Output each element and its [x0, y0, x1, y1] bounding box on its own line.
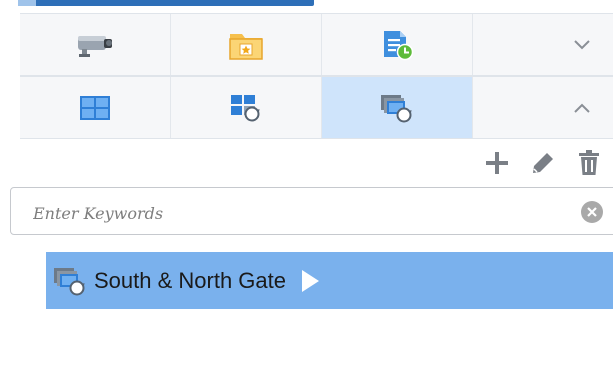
- top-tab-strip: [0, 0, 613, 8]
- tree-item-label: South & North Gate: [94, 267, 286, 293]
- active-tab-indicator[interactable]: [18, 0, 314, 6]
- add-button[interactable]: [483, 149, 511, 177]
- search-box: [10, 187, 613, 235]
- group-view-icon: [381, 94, 412, 122]
- view-toolbar-row-2: [20, 76, 613, 139]
- custom-view-button[interactable]: [171, 77, 322, 138]
- camera-button[interactable]: [20, 14, 171, 75]
- search-input[interactable]: [31, 200, 575, 226]
- add-icon: [486, 152, 508, 174]
- grid-view-icon: [80, 95, 110, 120]
- group-view-icon: [54, 267, 85, 295]
- delete-button[interactable]: [575, 149, 603, 177]
- group-view-button[interactable]: [322, 77, 473, 138]
- edit-icon: [533, 153, 553, 173]
- collapse-toggle-row-2[interactable]: [473, 77, 613, 138]
- row-edge: [0, 13, 21, 74]
- group-actions: [483, 146, 603, 180]
- delete-icon: [579, 150, 599, 175]
- custom-view-icon: [231, 94, 260, 121]
- favorites-button[interactable]: [171, 14, 322, 75]
- chevron-up-icon: [574, 103, 590, 113]
- play-icon[interactable]: [302, 269, 319, 292]
- tree-item-group[interactable]: South & North Gate: [46, 252, 613, 309]
- edit-button[interactable]: [529, 149, 557, 177]
- collapse-toggle-row-1[interactable]: [473, 14, 613, 75]
- chevron-down-icon: [574, 39, 590, 49]
- schedule-button[interactable]: [322, 14, 473, 75]
- clear-icon: [587, 207, 597, 217]
- clear-search-button[interactable]: [581, 201, 603, 223]
- grid-view-button[interactable]: [20, 77, 171, 138]
- camera-icon: [78, 35, 112, 57]
- schedule-doc-icon: [384, 30, 414, 60]
- view-toolbar-row-1: [20, 13, 613, 76]
- row-edge: [0, 76, 21, 137]
- favorites-folder-icon: [229, 33, 263, 60]
